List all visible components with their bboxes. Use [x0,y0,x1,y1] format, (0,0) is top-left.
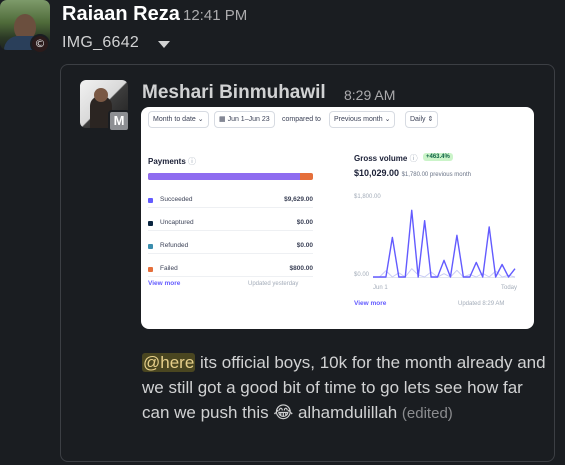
payment-value: $0.00 [296,219,313,226]
payment-label: Uncaptured [160,219,194,226]
payment-value: $9,629.00 [284,196,313,203]
legend-dot [148,244,153,249]
payment-row: Refunded $0.00 [148,240,313,254]
file-name[interactable]: IMG_6642 [62,34,139,52]
payment-label: Failed [160,265,178,272]
date-range-label: Month to date [153,116,196,123]
date-range-value: Jun 1–Jun 23 [227,116,270,123]
series-previous-line [373,268,516,278]
payments-bar-succeeded [148,173,300,180]
series-current-line [373,209,516,278]
row-divider [148,230,313,231]
info-icon: ⓘ [188,157,197,166]
y-axis-top-label: $1,800.00 [354,194,381,200]
comparison-label: Previous month [334,116,383,123]
comparison-select: Previous month ⌄ [329,111,396,128]
payment-value: $0.00 [296,242,313,249]
avatar-head [94,88,108,102]
gross-volume-previous: $1,780.00 previous month [401,172,471,178]
gross-volume-updated: Updated 8:29 AM [458,301,505,307]
row-divider [148,276,313,277]
avatar-status-badge: © [30,34,50,54]
growth-badge: +463.4% [423,153,453,161]
edited-indicator: (edited) [401,405,453,422]
message-tail: alhamdulillah [293,403,402,422]
calendar-icon: ▦ [219,116,226,123]
date-picker: ▦ Jun 1–Jun 23 [214,111,275,128]
caret-down-icon[interactable] [158,41,170,48]
gross-volume-view-more-link: View more [354,300,387,307]
shared-message-text: @here its official boys, 10k for the mon… [142,350,552,426]
author-name[interactable]: Raiaan Reza [62,3,180,26]
payments-updated: Updated yesterday [248,281,299,287]
payment-row: Succeeded $9,629.00 [148,194,313,208]
payment-row: Failed $800.00 [148,263,313,277]
date-range-select: Month to date ⌄ [148,111,209,128]
message-timestamp[interactable]: 12:41 PM [183,7,247,24]
info-icon: ⓘ [409,154,418,163]
payments-title: Payments ⓘ [148,157,197,166]
payments-view-more-link: View more [148,280,181,287]
legend-dot [148,267,153,272]
shared-author-name[interactable]: Meshari Binmuhawil [142,82,326,104]
row-divider [148,253,313,254]
gross-volume-title: Gross volume ⓘ [354,154,418,163]
x-axis-end-label: Today [501,285,518,291]
shared-avatar-badge: M [108,110,130,132]
legend-dot [148,221,153,226]
row-divider [148,207,313,208]
payment-label: Refunded [160,242,189,249]
y-axis-zero-label: $0.00 [354,272,370,278]
payment-label: Succeeded [160,196,193,203]
interval-label: Daily [410,116,426,123]
shared-message-timestamp[interactable]: 8:29 AM [344,87,395,103]
legend-dot [148,198,153,203]
joy-emoji-icon[interactable]: 😂 [273,403,293,423]
dashboard-screenshot[interactable]: Month to date ⌄ ▦ Jun 1–Jun 23 compared … [141,107,534,329]
payments-bar [148,173,313,180]
interval-select: Daily ⇕ [405,111,439,128]
payment-row: Uncaptured $0.00 [148,217,313,231]
x-axis-start-label: Jun 1 [373,285,388,291]
compared-to-label: compared to [282,116,321,123]
here-mention[interactable]: @here [142,353,196,372]
payment-value: $800.00 [289,265,314,272]
gross-volume-value: $10,029.00 $1,780.00 previous month [354,168,471,178]
